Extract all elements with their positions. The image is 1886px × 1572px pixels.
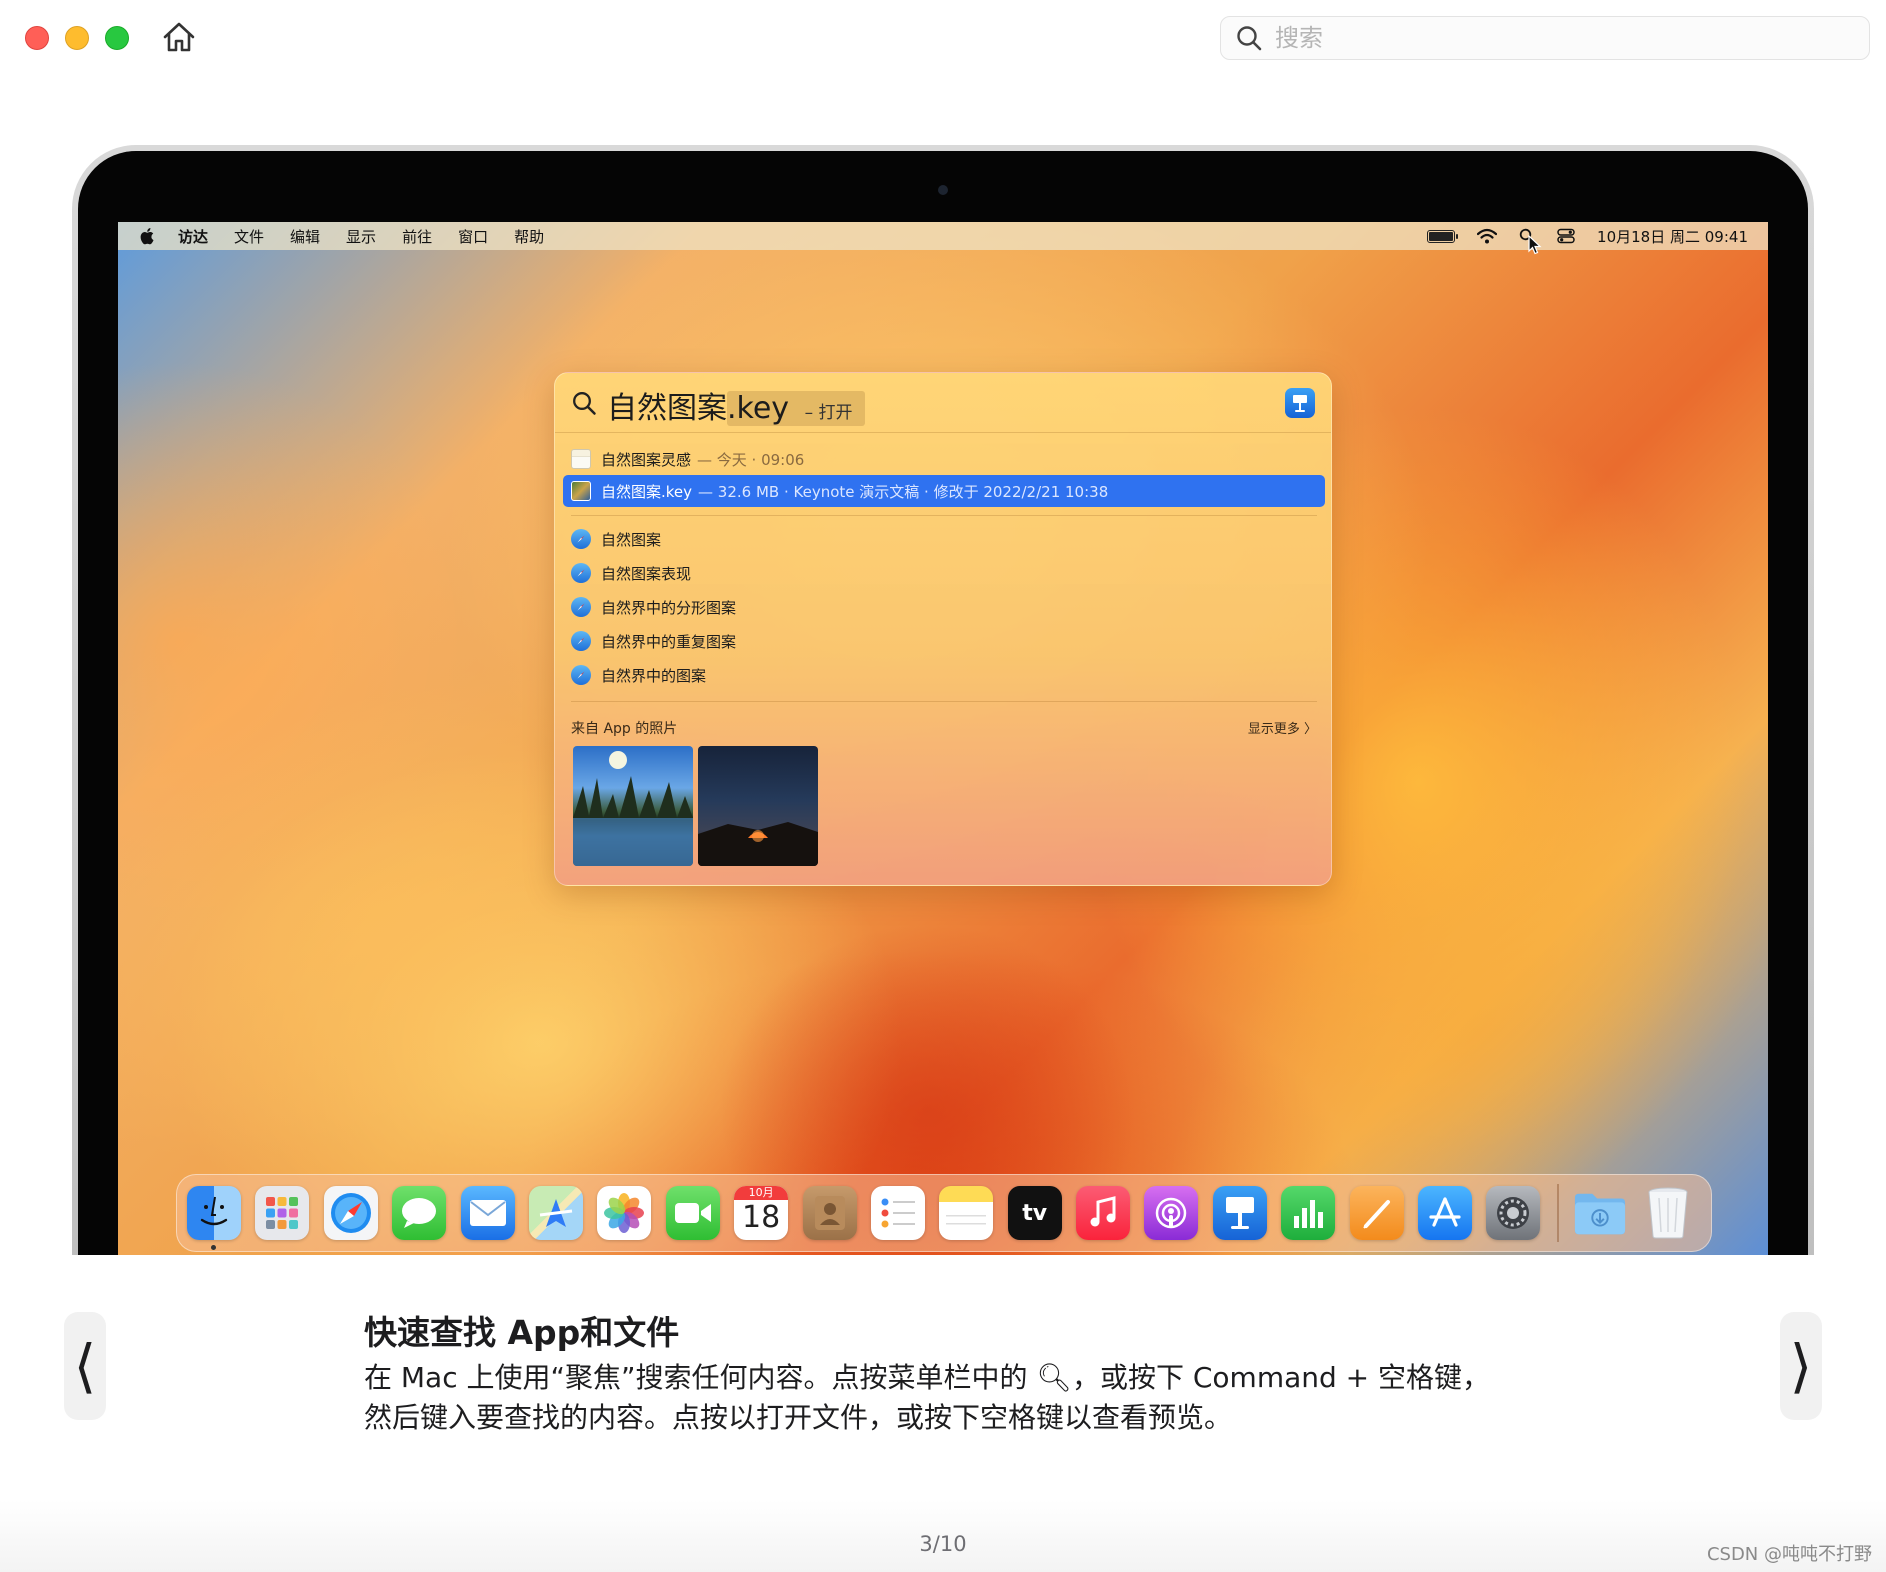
downloads-folder-icon[interactable] xyxy=(1573,1186,1627,1240)
calendar-day: 18 xyxy=(742,1200,781,1235)
trash-icon[interactable] xyxy=(1641,1186,1695,1240)
mail-app-icon[interactable] xyxy=(460,1186,515,1240)
apple-tv-app-icon[interactable]: tv xyxy=(1007,1186,1062,1240)
suggestion-text: 自然图案表现 xyxy=(601,564,692,583)
query-open-hint: – 打开 xyxy=(804,403,853,423)
notes-file-icon xyxy=(571,449,591,469)
suggestion-text: 自然界中的图案 xyxy=(601,666,707,685)
safari-compass-icon xyxy=(571,597,591,617)
keynote-app-icon xyxy=(1285,388,1315,418)
launchpad-app-icon[interactable] xyxy=(255,1186,310,1240)
battery-icon[interactable] xyxy=(1427,229,1459,243)
calendar-app-icon[interactable]: 10月 18 xyxy=(734,1186,789,1240)
app-store-app-icon[interactable] xyxy=(1418,1186,1473,1240)
divider xyxy=(571,515,1317,516)
dock: 10月 18 tv xyxy=(176,1174,1712,1252)
spotlight-query[interactable]: 自然图案 .key – 打开 xyxy=(607,383,865,427)
menu-edit[interactable]: 编辑 xyxy=(290,226,320,247)
safari-app-icon[interactable] xyxy=(323,1186,378,1240)
menu-file[interactable]: 文件 xyxy=(234,226,264,247)
search-input[interactable] xyxy=(1275,24,1835,52)
close-window-button[interactable] xyxy=(25,26,49,50)
mouse-cursor-icon xyxy=(1528,235,1542,255)
query-autocomplete: .key – 打开 xyxy=(727,391,865,426)
podcasts-app-icon[interactable] xyxy=(1144,1186,1199,1240)
photos-section-title: 来自 App 的照片 xyxy=(571,721,678,737)
suggestion-row[interactable]: 自然界中的重复图案 xyxy=(563,625,1325,657)
minimize-window-button[interactable] xyxy=(65,26,89,50)
suggestion-row[interactable]: 自然图案 xyxy=(563,523,1325,555)
suggestion-row[interactable]: 自然图案表现 xyxy=(563,557,1325,589)
zoom-window-button[interactable] xyxy=(105,26,129,50)
next-page-button[interactable]: ⟩ xyxy=(1780,1312,1822,1420)
contacts-app-icon[interactable] xyxy=(802,1186,857,1240)
menu-go[interactable]: 前往 xyxy=(402,226,432,247)
help-search-field[interactable] xyxy=(1220,16,1870,60)
divider xyxy=(571,701,1317,702)
result-meta: — 32.6 MB · Keynote 演示文稿 · 修改于 2022/2/21… xyxy=(698,482,1109,501)
result-title: 自然图案灵感 xyxy=(601,450,692,469)
search-icon xyxy=(573,392,596,415)
menu-help[interactable]: 帮助 xyxy=(514,226,544,247)
photos-section-header: 来自 App 的照片 显示更多 〉 xyxy=(571,718,1317,738)
apple-logo-icon[interactable] xyxy=(140,227,156,245)
result-title: 自然图案.key xyxy=(601,482,693,501)
reminders-app-icon[interactable] xyxy=(870,1186,925,1240)
chevron-left-icon: ⟨ xyxy=(73,1332,97,1400)
music-app-icon[interactable] xyxy=(1076,1186,1131,1240)
feature-description: 在 Mac 上使用“聚焦”搜索任何内容。点按菜单栏中的 🔍︎，或按下 Comma… xyxy=(364,1361,1491,1434)
query-completion-text: .key xyxy=(727,391,790,426)
numbers-app-icon[interactable] xyxy=(1281,1186,1336,1240)
suggestion-text: 自然界中的分形图案 xyxy=(601,598,737,617)
spotlight-window: 自然图案 .key – 打开 自然图案灵感 — 今天 · 09:06 自然图案.… xyxy=(554,372,1332,886)
home-button[interactable] xyxy=(160,18,198,56)
suggestion-row[interactable]: 自然界中的图案 xyxy=(563,659,1325,691)
result-row-selected[interactable]: 自然图案.key — 32.6 MB · Keynote 演示文稿 · 修改于 … xyxy=(563,475,1325,507)
menu-window[interactable]: 窗口 xyxy=(458,226,488,247)
previous-page-button[interactable]: ⟨ xyxy=(64,1312,106,1420)
camera-dot xyxy=(938,185,948,195)
show-more-link[interactable]: 显示更多 〉 xyxy=(1248,718,1317,738)
feature-title: 快速查找 App和文件 xyxy=(364,1313,680,1352)
safari-compass-icon xyxy=(571,631,591,651)
spotlight-search-bar[interactable]: 自然图案 .key – 打开 xyxy=(555,373,1331,433)
chevron-right-icon: ⟩ xyxy=(1789,1332,1813,1400)
menu-bar: 访达 文件 编辑 显示 前往 窗口 帮助 10月18日 周二 09:41 xyxy=(118,222,1768,250)
dock-separator xyxy=(1556,1184,1559,1242)
watermark-text: CSDN @吨吨不打野 xyxy=(1706,1544,1872,1565)
menubar-clock[interactable]: 10月18日 周二 09:41 xyxy=(1597,226,1748,247)
safari-compass-icon xyxy=(571,529,591,549)
home-icon xyxy=(163,22,195,52)
menu-finder[interactable]: 访达 xyxy=(178,226,208,247)
photos-app-icon[interactable] xyxy=(597,1186,652,1240)
maps-app-icon[interactable] xyxy=(528,1186,583,1240)
running-indicator xyxy=(211,1245,216,1250)
pages-app-icon[interactable] xyxy=(1349,1186,1404,1240)
mac-desktop: 访达 文件 编辑 显示 前往 窗口 帮助 10月18日 周二 09:41 自然图… xyxy=(118,222,1768,1255)
wifi-icon[interactable] xyxy=(1477,228,1498,244)
system-settings-app-icon[interactable] xyxy=(1486,1186,1541,1240)
search-icon xyxy=(1237,26,1262,51)
facetime-app-icon[interactable] xyxy=(665,1186,720,1240)
page-indicator: 3/10 xyxy=(919,1532,967,1556)
result-row[interactable]: 自然图案灵感 — 今天 · 09:06 xyxy=(563,443,1325,475)
finder-app-icon[interactable] xyxy=(187,1186,241,1250)
messages-app-icon[interactable] xyxy=(392,1186,447,1240)
keynote-app-icon[interactable] xyxy=(1212,1186,1267,1240)
tv-label: tv xyxy=(1022,1200,1048,1226)
safari-compass-icon xyxy=(571,563,591,583)
safari-compass-icon xyxy=(571,665,591,685)
photo-thumbnail[interactable] xyxy=(698,746,818,866)
suggestion-text: 自然图案 xyxy=(601,530,662,549)
photo-thumbnail[interactable] xyxy=(573,746,693,866)
menu-view[interactable]: 显示 xyxy=(346,226,376,247)
notes-app-icon[interactable] xyxy=(939,1186,994,1240)
calendar-month: 10月 xyxy=(734,1186,789,1200)
suggestion-text: 自然界中的重复图案 xyxy=(601,632,737,651)
keynote-file-icon xyxy=(571,481,591,501)
result-meta: — 今天 · 09:06 xyxy=(697,450,805,469)
control-center-icon[interactable] xyxy=(1557,228,1575,244)
query-typed-text: 自然图案 xyxy=(607,391,727,426)
suggestion-row[interactable]: 自然界中的分形图案 xyxy=(563,591,1325,623)
